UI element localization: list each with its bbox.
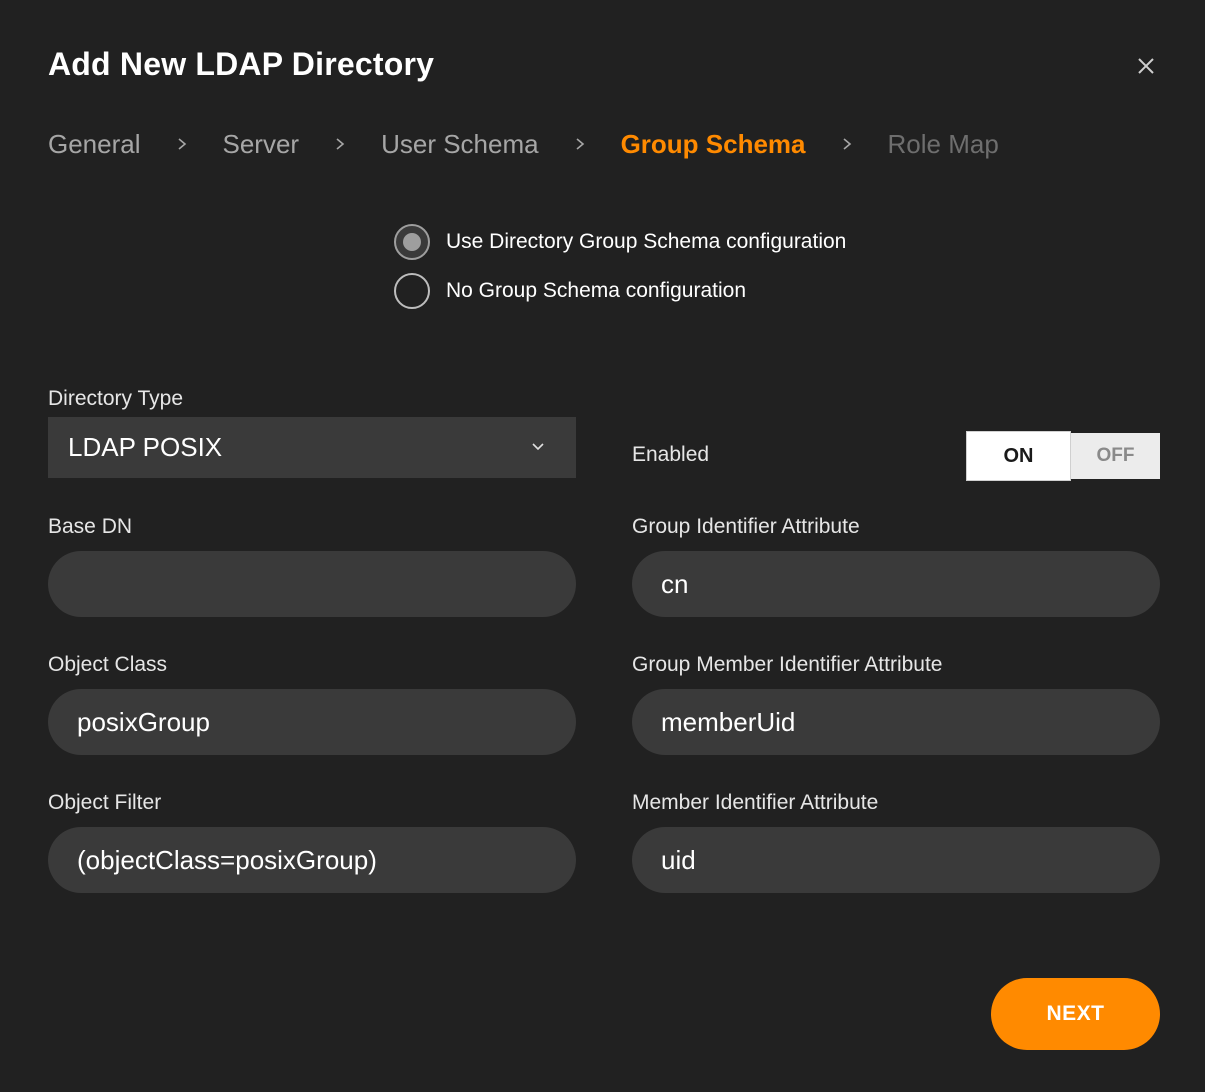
option-no-group-schema[interactable]: No Group Schema configuration	[394, 271, 846, 311]
object-class-label: Object Class	[48, 653, 168, 676]
group-identifier-input[interactable]	[632, 551, 1160, 617]
toggle-on-button[interactable]: ON	[966, 431, 1071, 481]
member-identifier-label: Member Identifier Attribute	[632, 791, 879, 814]
member-identifier-input[interactable]	[632, 827, 1160, 893]
add-ldap-directory-dialog: Add New LDAP Directory General Server Us…	[0, 0, 1205, 1092]
next-button[interactable]: NEXT	[991, 978, 1160, 1050]
step-general[interactable]: General	[48, 129, 141, 160]
step-role-map: Role Map	[887, 128, 999, 159]
radio-button[interactable]	[394, 273, 430, 309]
chevron-down-icon	[532, 443, 544, 451]
chevron-right-icon	[834, 131, 860, 157]
toggle-off-button[interactable]: OFF	[1071, 433, 1160, 479]
option-label: No Group Schema configuration	[446, 279, 746, 302]
directory-type-select[interactable]: LDAP POSIX	[48, 417, 576, 478]
wizard-steps: General Server User Schema Group Schema …	[48, 124, 999, 164]
chevron-right-icon	[169, 131, 195, 157]
object-filter-label: Object Filter	[48, 791, 162, 814]
step-user-schema[interactable]: User Schema	[381, 129, 539, 160]
base-dn-label: Base DN	[48, 515, 133, 538]
dialog-title: Add New LDAP Directory	[48, 46, 435, 82]
enabled-label: Enabled	[632, 443, 710, 466]
enabled-toggle[interactable]: ON OFF	[966, 431, 1160, 481]
step-group-schema[interactable]: Group Schema	[621, 129, 806, 160]
option-use-directory-schema[interactable]: Use Directory Group Schema configuration	[394, 222, 846, 262]
group-schema-options: Use Directory Group Schema configuration…	[394, 222, 846, 320]
object-filter-input[interactable]	[48, 827, 576, 893]
object-class-input[interactable]	[48, 689, 576, 755]
close-icon-glyph	[1138, 58, 1154, 74]
directory-type-value: LDAP POSIX	[68, 432, 223, 462]
directory-type-label: Directory Type	[48, 387, 183, 410]
radio-button-checked[interactable]	[394, 224, 430, 260]
close-icon[interactable]	[1130, 50, 1162, 82]
step-server[interactable]: Server	[223, 129, 300, 160]
chevron-right-icon	[327, 131, 353, 157]
option-label: Use Directory Group Schema configuration	[446, 230, 847, 253]
group-identifier-label: Group Identifier Attribute	[632, 515, 860, 538]
chevron-right-icon	[567, 131, 593, 157]
base-dn-input[interactable]	[48, 551, 576, 617]
group-member-identifier-label: Group Member Identifier Attribute	[632, 653, 943, 676]
group-member-identifier-input[interactable]	[632, 689, 1160, 755]
